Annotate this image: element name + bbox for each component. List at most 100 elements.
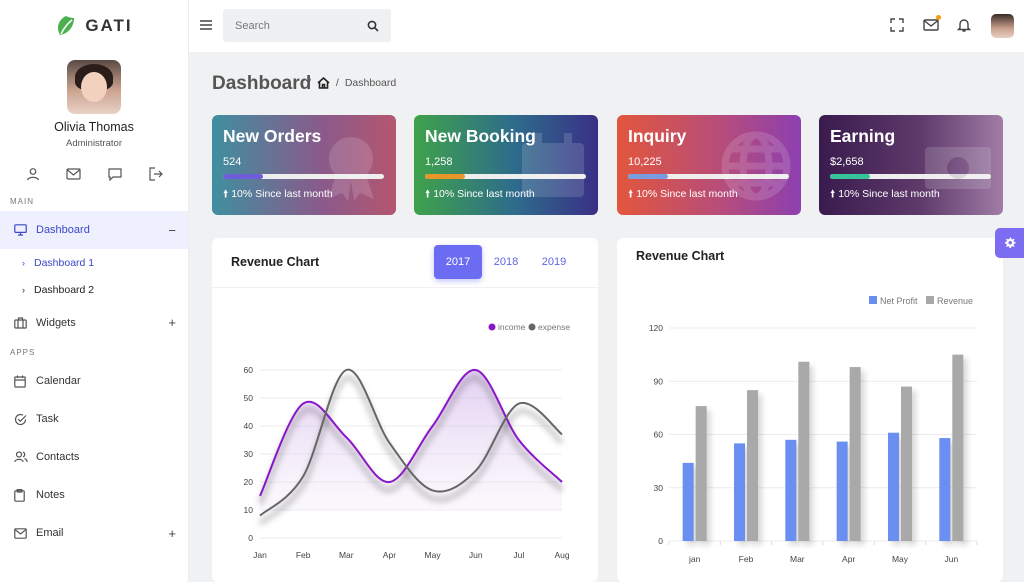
x-tick-label: Jun xyxy=(944,554,958,564)
x-tick-label: Jul xyxy=(513,550,524,560)
y-tick-label: 120 xyxy=(649,323,663,333)
x-tick-label: Apr xyxy=(383,550,396,560)
award-icon xyxy=(328,137,374,201)
x-tick-label: May xyxy=(892,554,909,564)
revenue-bar-panel: Revenue Chart 0 30 60 90 120 jan Feb Mar Apr May J… xyxy=(617,238,1003,582)
bar-revenue xyxy=(747,390,758,541)
collapse-icon[interactable]: − xyxy=(168,223,176,238)
users-icon xyxy=(14,450,28,464)
leaf-logo-icon xyxy=(58,16,75,35)
sidebar-item-label: Dashboard xyxy=(36,224,90,236)
clipboard-icon xyxy=(14,488,28,502)
breadcrumb-current: Dashboard xyxy=(344,77,397,89)
y-tick-label: 20 xyxy=(244,477,254,487)
y-tick-label: 30 xyxy=(654,483,664,493)
mail-icon[interactable] xyxy=(63,163,85,185)
arrow-up-icon: 🠙 xyxy=(830,188,836,200)
arrow-up-icon: 🠙 xyxy=(223,188,229,200)
y-tick-label: 60 xyxy=(244,365,254,375)
x-tick-label: Jun xyxy=(469,550,483,560)
bar-net-profit xyxy=(939,438,951,541)
legend-label: Net Profit xyxy=(880,296,918,306)
sidebar-subitem-label: Dashboard 2 xyxy=(34,283,95,296)
sidebar-item-notes[interactable]: Notes xyxy=(0,476,188,514)
section-label-apps: APPS xyxy=(10,348,36,357)
avatar[interactable] xyxy=(67,60,121,114)
user-icon[interactable] xyxy=(22,163,44,185)
arrow-up-icon: 🠙 xyxy=(425,188,431,200)
profile-name: Olivia Thomas xyxy=(54,120,134,134)
x-tick-label: Apr xyxy=(842,554,855,564)
sidebar-item-label: Widgets xyxy=(36,316,76,329)
page-title: Dashboard xyxy=(212,73,312,94)
bar-revenue xyxy=(695,406,707,541)
bar-net-profit xyxy=(888,432,899,541)
home-icon[interactable] xyxy=(317,77,330,89)
y-tick-label: 50 xyxy=(244,393,254,403)
sidebar-item-task[interactable]: Task xyxy=(0,400,188,438)
fullscreen-icon[interactable] xyxy=(889,17,905,33)
bell-icon[interactable] xyxy=(956,17,972,33)
chevron-right-icon: › xyxy=(22,257,25,268)
search-icon[interactable] xyxy=(367,20,379,32)
x-tick-label: May xyxy=(425,550,442,560)
brand[interactable]: GATI xyxy=(0,0,188,52)
bar-revenue xyxy=(901,386,912,541)
sidebar-item-label: Calendar xyxy=(36,375,81,387)
bar-net-profit xyxy=(734,443,745,541)
y-tick-label: 60 xyxy=(654,430,664,440)
sidebar-item-dashboard[interactable]: Dashboard − xyxy=(0,211,188,249)
hamburger-menu-icon[interactable] xyxy=(199,18,213,32)
stat-progress-fill xyxy=(223,174,264,179)
stat-card-new-orders[interactable]: New Orders 524 🠙 10% Since last month xyxy=(212,115,396,215)
x-tick-label: Feb xyxy=(296,550,311,560)
search-box[interactable] xyxy=(223,9,391,42)
topbar xyxy=(189,0,1024,52)
line-chart: 0 10 20 30 40 50 60 Jan Feb Mar Apr May Jun Jul Aug inc… xyxy=(244,322,571,560)
y-tick-label: 40 xyxy=(244,421,254,431)
y-tick-label: 0 xyxy=(658,536,663,546)
y-tick-label: 0 xyxy=(248,533,253,543)
bar-revenue xyxy=(849,367,861,541)
bar-net-profit xyxy=(836,441,848,541)
stat-card-earning[interactable]: Earning $2,658 🠙 10% Since last month xyxy=(819,115,1003,215)
expand-icon[interactable]: + xyxy=(168,526,176,541)
stat-progress-fill xyxy=(830,174,871,179)
sidebar-item-widgets[interactable]: Widgets + xyxy=(0,303,188,342)
sidebar-item-email[interactable]: Email + xyxy=(0,514,188,552)
sidebar-item-label: Notes xyxy=(36,489,65,501)
x-tick-label: Mar xyxy=(339,550,354,560)
money-icon xyxy=(925,147,991,189)
section-label-main: MAIN xyxy=(10,197,34,206)
search-input[interactable] xyxy=(235,19,355,32)
profile-role: Administrator xyxy=(66,138,122,149)
bar-chart: 0 30 60 90 120 jan Feb Mar Apr May Jun Net Profit Re… xyxy=(649,296,978,564)
chevron-right-icon: › xyxy=(22,284,25,295)
mail-icon xyxy=(14,526,28,540)
sidebar-subitem-dashboard-2[interactable]: › Dashboard 2 xyxy=(0,276,188,303)
expand-icon[interactable]: + xyxy=(168,315,176,330)
sidebar-item-contacts[interactable]: Contacts xyxy=(0,438,188,476)
settings-toggle[interactable] xyxy=(995,228,1024,258)
sidebar-item-calendar[interactable]: Calendar xyxy=(0,362,188,400)
arrow-up-icon: 🠙 xyxy=(628,188,634,200)
revenue-line-panel: Revenue Chart 2017 2018 2019 0 10 20 30 40 50… xyxy=(212,238,598,582)
breadcrumb-separator: / xyxy=(308,77,311,89)
user-avatar[interactable] xyxy=(991,14,1014,38)
legend-label: income xyxy=(498,322,526,332)
bar-revenue xyxy=(798,361,810,541)
sidebar-subitem-dashboard-1[interactable]: › Dashboard 1 xyxy=(0,249,188,276)
stat-card-inquiry[interactable]: Inquiry 10,225 🠙 10% Since last month xyxy=(617,115,801,215)
calendar-icon xyxy=(14,374,28,388)
x-tick-label: Aug xyxy=(554,550,569,560)
legend-label: Revenue xyxy=(937,296,973,306)
x-tick-label: Mar xyxy=(790,554,805,564)
profile: Olivia Thomas Administrator xyxy=(0,60,188,149)
stat-card-new-booking[interactable]: New Booking 1,258 🠙 10% Since last month xyxy=(414,115,598,215)
x-tick-label: Feb xyxy=(739,554,754,564)
chat-icon[interactable] xyxy=(104,163,126,185)
mail-notification[interactable] xyxy=(923,15,941,33)
briefcase-icon xyxy=(14,316,28,330)
x-tick-label: Jan xyxy=(253,550,267,560)
logout-icon[interactable] xyxy=(145,163,167,185)
